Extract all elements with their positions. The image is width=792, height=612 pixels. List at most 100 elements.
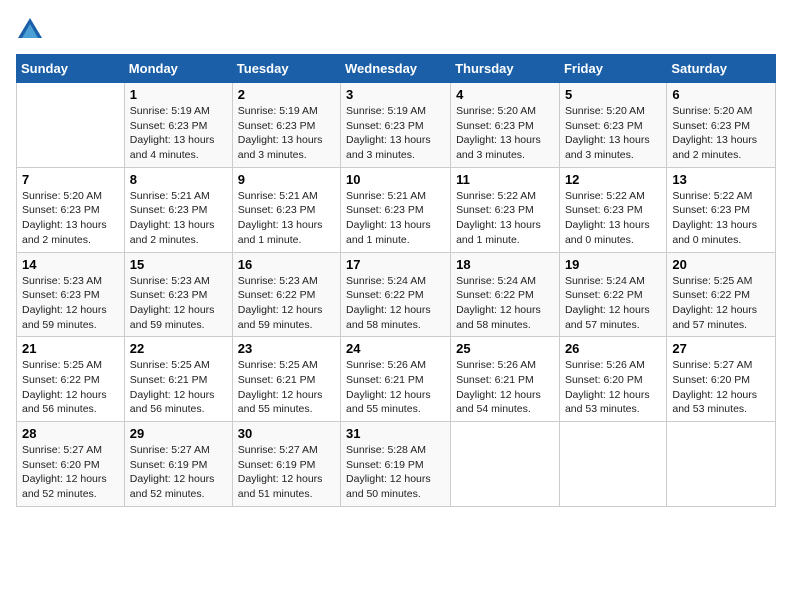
day-number: 18	[456, 257, 554, 272]
column-header-thursday: Thursday	[451, 55, 560, 83]
day-number: 20	[672, 257, 770, 272]
day-number: 14	[22, 257, 119, 272]
day-cell: 20 Sunrise: 5:25 AM Sunset: 6:22 PM Dayli…	[667, 252, 776, 337]
day-cell: 6Sunrise: 5:20 AM Sunset: 6:23 PM Daylig…	[667, 83, 776, 168]
day-number: 2	[238, 87, 335, 102]
day-cell: 16Sunrise: 5:23 AM Sunset: 6:22 PM Dayli…	[232, 252, 340, 337]
page-header	[16, 16, 776, 44]
day-cell	[667, 422, 776, 507]
day-cell: 10Sunrise: 5:21 AM Sunset: 6:23 PM Dayli…	[341, 167, 451, 252]
day-info: Sunrise: 5:19 AM Sunset: 6:23 PM Dayligh…	[130, 104, 227, 163]
day-number: 10	[346, 172, 445, 187]
day-info: Sunrise: 5:20 AM Sunset: 6:23 PM Dayligh…	[565, 104, 661, 163]
day-cell: 24 Sunrise: 5:26 AM Sunset: 6:21 PM Dayli…	[341, 337, 451, 422]
day-cell: 3 Sunrise: 5:19 AM Sunset: 6:23 PM Daylig…	[341, 83, 451, 168]
day-number: 29	[130, 426, 227, 441]
day-number: 3	[346, 87, 445, 102]
day-info: Sunrise: 5:28 AM Sunset: 6:19 PM Dayligh…	[346, 443, 445, 502]
column-header-tuesday: Tuesday	[232, 55, 340, 83]
day-number: 31	[346, 426, 445, 441]
day-number: 25	[456, 341, 554, 356]
day-info: Sunrise: 5:22 AM Sunset: 6:23 PM Dayligh…	[672, 189, 770, 248]
day-cell: 18 Sunrise: 5:24 AM Sunset: 6:22 PM Dayli…	[451, 252, 560, 337]
week-row-2: 7 Sunrise: 5:20 AM Sunset: 6:23 PM Daylig…	[17, 167, 776, 252]
day-cell: 23Sunrise: 5:25 AM Sunset: 6:21 PM Dayli…	[232, 337, 340, 422]
day-cell: 25 Sunrise: 5:26 AM Sunset: 6:21 PM Dayli…	[451, 337, 560, 422]
logo-icon	[16, 16, 44, 44]
day-number: 28	[22, 426, 119, 441]
day-info: Sunrise: 5:24 AM Sunset: 6:22 PM Dayligh…	[565, 274, 661, 333]
day-info: Sunrise: 5:23 AM Sunset: 6:23 PM Dayligh…	[130, 274, 227, 333]
day-cell: 14 Sunrise: 5:23 AM Sunset: 6:23 PM Dayli…	[17, 252, 125, 337]
day-cell: 5 Sunrise: 5:20 AM Sunset: 6:23 PM Daylig…	[559, 83, 666, 168]
day-info: Sunrise: 5:25 AM Sunset: 6:22 PM Dayligh…	[22, 358, 119, 417]
column-header-wednesday: Wednesday	[341, 55, 451, 83]
day-info: Sunrise: 5:23 AM Sunset: 6:23 PM Dayligh…	[22, 274, 119, 333]
day-number: 9	[238, 172, 335, 187]
column-header-sunday: Sunday	[17, 55, 125, 83]
week-row-5: 28 Sunrise: 5:27 AM Sunset: 6:20 PM Dayli…	[17, 422, 776, 507]
day-number: 24	[346, 341, 445, 356]
day-info: Sunrise: 5:21 AM Sunset: 6:23 PM Dayligh…	[130, 189, 227, 248]
day-cell: 27 Sunrise: 5:27 AM Sunset: 6:20 PM Dayli…	[667, 337, 776, 422]
day-info: Sunrise: 5:22 AM Sunset: 6:23 PM Dayligh…	[565, 189, 661, 248]
day-info: Sunrise: 5:27 AM Sunset: 6:19 PM Dayligh…	[238, 443, 335, 502]
day-cell: 28 Sunrise: 5:27 AM Sunset: 6:20 PM Dayli…	[17, 422, 125, 507]
day-number: 17	[346, 257, 445, 272]
day-info: Sunrise: 5:27 AM Sunset: 6:20 PM Dayligh…	[22, 443, 119, 502]
day-cell: 2Sunrise: 5:19 AM Sunset: 6:23 PM Daylig…	[232, 83, 340, 168]
day-info: Sunrise: 5:22 AM Sunset: 6:23 PM Dayligh…	[456, 189, 554, 248]
column-header-monday: Monday	[124, 55, 232, 83]
day-number: 15	[130, 257, 227, 272]
day-cell: 8 Sunrise: 5:21 AM Sunset: 6:23 PM Daylig…	[124, 167, 232, 252]
day-number: 8	[130, 172, 227, 187]
day-cell: 1 Sunrise: 5:19 AM Sunset: 6:23 PM Daylig…	[124, 83, 232, 168]
day-cell: 19 Sunrise: 5:24 AM Sunset: 6:22 PM Dayli…	[559, 252, 666, 337]
day-cell	[559, 422, 666, 507]
day-cell: 12 Sunrise: 5:22 AM Sunset: 6:23 PM Dayli…	[559, 167, 666, 252]
day-info: Sunrise: 5:23 AM Sunset: 6:22 PM Dayligh…	[238, 274, 335, 333]
day-number: 13	[672, 172, 770, 187]
day-cell: 9Sunrise: 5:21 AM Sunset: 6:23 PM Daylig…	[232, 167, 340, 252]
day-number: 11	[456, 172, 554, 187]
day-number: 5	[565, 87, 661, 102]
day-info: Sunrise: 5:24 AM Sunset: 6:22 PM Dayligh…	[346, 274, 445, 333]
day-cell: 30Sunrise: 5:27 AM Sunset: 6:19 PM Dayli…	[232, 422, 340, 507]
day-number: 26	[565, 341, 661, 356]
day-info: Sunrise: 5:26 AM Sunset: 6:21 PM Dayligh…	[456, 358, 554, 417]
week-row-1: 1 Sunrise: 5:19 AM Sunset: 6:23 PM Daylig…	[17, 83, 776, 168]
day-cell: 7 Sunrise: 5:20 AM Sunset: 6:23 PM Daylig…	[17, 167, 125, 252]
day-cell: 22Sunrise: 5:25 AM Sunset: 6:21 PM Dayli…	[124, 337, 232, 422]
day-cell	[451, 422, 560, 507]
day-info: Sunrise: 5:20 AM Sunset: 6:23 PM Dayligh…	[456, 104, 554, 163]
day-number: 23	[238, 341, 335, 356]
calendar-header: SundayMondayTuesdayWednesdayThursdayFrid…	[17, 55, 776, 83]
day-cell: 13 Sunrise: 5:22 AM Sunset: 6:23 PM Dayli…	[667, 167, 776, 252]
day-info: Sunrise: 5:24 AM Sunset: 6:22 PM Dayligh…	[456, 274, 554, 333]
week-row-4: 21 Sunrise: 5:25 AM Sunset: 6:22 PM Dayli…	[17, 337, 776, 422]
day-number: 19	[565, 257, 661, 272]
day-number: 21	[22, 341, 119, 356]
day-cell: 21 Sunrise: 5:25 AM Sunset: 6:22 PM Dayli…	[17, 337, 125, 422]
day-info: Sunrise: 5:27 AM Sunset: 6:20 PM Dayligh…	[672, 358, 770, 417]
day-number: 27	[672, 341, 770, 356]
day-info: Sunrise: 5:25 AM Sunset: 6:22 PM Dayligh…	[672, 274, 770, 333]
day-number: 1	[130, 87, 227, 102]
day-info: Sunrise: 5:19 AM Sunset: 6:23 PM Dayligh…	[346, 104, 445, 163]
week-row-3: 14 Sunrise: 5:23 AM Sunset: 6:23 PM Dayli…	[17, 252, 776, 337]
day-cell: 29 Sunrise: 5:27 AM Sunset: 6:19 PM Dayli…	[124, 422, 232, 507]
day-number: 12	[565, 172, 661, 187]
day-cell: 15 Sunrise: 5:23 AM Sunset: 6:23 PM Dayli…	[124, 252, 232, 337]
day-info: Sunrise: 5:26 AM Sunset: 6:20 PM Dayligh…	[565, 358, 661, 417]
day-info: Sunrise: 5:20 AM Sunset: 6:23 PM Dayligh…	[672, 104, 770, 163]
day-cell: 4Sunrise: 5:20 AM Sunset: 6:23 PM Daylig…	[451, 83, 560, 168]
column-header-friday: Friday	[559, 55, 666, 83]
day-info: Sunrise: 5:27 AM Sunset: 6:19 PM Dayligh…	[130, 443, 227, 502]
day-number: 7	[22, 172, 119, 187]
day-info: Sunrise: 5:25 AM Sunset: 6:21 PM Dayligh…	[130, 358, 227, 417]
day-info: Sunrise: 5:26 AM Sunset: 6:21 PM Dayligh…	[346, 358, 445, 417]
logo	[16, 16, 48, 44]
calendar-body: 1 Sunrise: 5:19 AM Sunset: 6:23 PM Daylig…	[17, 83, 776, 507]
day-info: Sunrise: 5:20 AM Sunset: 6:23 PM Dayligh…	[22, 189, 119, 248]
day-cell: 31 Sunrise: 5:28 AM Sunset: 6:19 PM Dayli…	[341, 422, 451, 507]
